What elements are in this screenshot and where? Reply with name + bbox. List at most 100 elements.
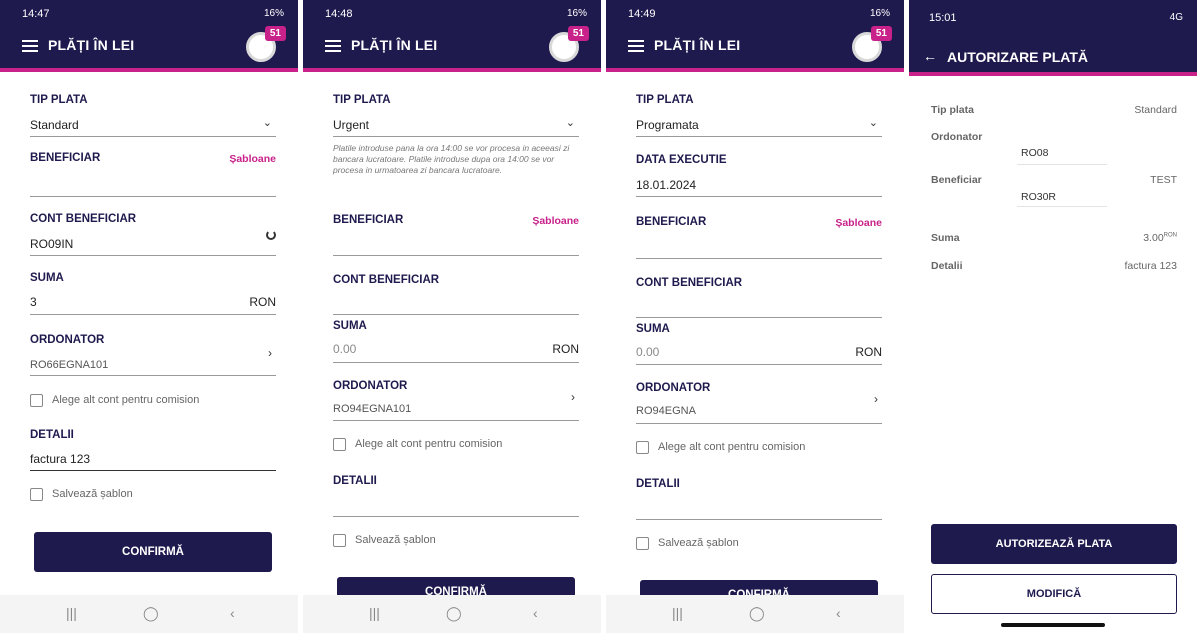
comision-checkbox[interactable] — [333, 438, 346, 451]
notification-badge[interactable]: 51 — [264, 26, 286, 41]
chevron-right-icon[interactable]: › — [874, 392, 878, 406]
tip-plata-select[interactable]: Programata — [636, 118, 699, 132]
app-bar: 14:48 16% PLĂȚI ÎN LEI 51 — [303, 0, 601, 72]
home-indicator[interactable] — [1001, 623, 1105, 627]
system-navbar: ||| ◯ ‹ — [0, 595, 298, 633]
chevron-down-icon[interactable]: ⌄ — [263, 116, 272, 129]
beneficiar-label: BENEFICIAR — [30, 152, 101, 164]
comision-label: Alege alt cont pentru comision — [52, 394, 200, 406]
status-time: 14:49 — [628, 8, 656, 20]
chevron-right-icon[interactable]: › — [268, 346, 272, 360]
comision-label: Alege alt cont pentru comision — [658, 441, 806, 453]
back-icon[interactable]: ‹ — [836, 605, 841, 621]
page-title: AUTORIZARE PLATĂ — [947, 49, 1089, 65]
tip-plata-select[interactable]: Urgent — [333, 118, 369, 132]
divider — [30, 375, 276, 376]
recents-icon[interactable]: ||| — [66, 605, 77, 621]
home-icon[interactable]: ◯ — [749, 605, 765, 622]
detalii-input[interactable] — [636, 519, 882, 520]
page-title: PLĂȚI ÎN LEI — [48, 37, 135, 53]
sabloane-link[interactable]: Șabloane — [532, 215, 579, 227]
comision-label: Alege alt cont pentru comision — [355, 438, 503, 450]
comision-checkbox[interactable] — [30, 394, 43, 407]
screen-autorizare: 15:01 4G ← AUTORIZARE PLATĂ Tip plata St… — [909, 0, 1197, 633]
divider — [636, 423, 882, 424]
home-icon[interactable]: ◯ — [446, 605, 462, 622]
divider — [30, 136, 276, 137]
sabloane-link[interactable]: Șabloane — [229, 153, 276, 165]
ordonator-select[interactable]: RO94EGNA101 — [333, 403, 411, 415]
divider — [30, 314, 276, 315]
menu-icon[interactable] — [22, 40, 38, 52]
suma-label: SUMA — [333, 320, 367, 332]
cont-beneficiar-input[interactable]: RO09IN — [30, 237, 73, 251]
cont-beneficiar-label: CONT BENEFICIAR — [333, 274, 440, 286]
divider — [1017, 206, 1107, 207]
battery-level: 16% — [263, 8, 284, 19]
ordonator-label: ORDONATOR — [333, 380, 408, 392]
suma-input[interactable]: 3 — [30, 295, 37, 309]
beneficiar-label: BENEFICIAR — [636, 216, 707, 228]
sablon-checkbox[interactable] — [636, 537, 649, 550]
ordonator-select[interactable]: RO66EGNA101 — [30, 359, 108, 371]
ordonator-select[interactable]: RO94EGNA — [636, 405, 696, 417]
sabloane-link[interactable]: Șabloane — [835, 217, 882, 229]
back-icon[interactable]: ‹ — [230, 605, 235, 621]
suma-input[interactable]: 0.00 — [636, 345, 659, 359]
notification-badge[interactable]: 51 — [567, 26, 589, 41]
beneficiar-input[interactable] — [30, 196, 276, 197]
detalii-input[interactable]: factura 123 — [30, 452, 90, 466]
recents-icon[interactable]: ||| — [369, 605, 380, 621]
divider — [30, 470, 276, 471]
back-icon[interactable]: ‹ — [533, 605, 538, 621]
divider — [30, 255, 276, 256]
status-bar: 14:47 16% — [22, 8, 284, 22]
divider — [1017, 164, 1107, 165]
sablon-checkbox[interactable] — [333, 534, 346, 547]
urgent-note: Platile introduse pana la ora 14:00 se v… — [333, 143, 570, 175]
suma-value: 3.00RON — [1143, 232, 1177, 244]
sablon-checkbox[interactable] — [30, 488, 43, 501]
chevron-down-icon[interactable]: ⌄ — [869, 116, 878, 129]
app-bar: 14:49 16% PLĂȚI ÎN LEI 51 — [606, 0, 904, 72]
currency-label: RON — [552, 342, 579, 356]
divider — [333, 362, 579, 363]
beneficiar-input[interactable] — [636, 258, 882, 259]
tip-plata-label: Tip plata — [931, 104, 974, 116]
status-time: 14:48 — [325, 8, 353, 20]
detalii-label: DETALII — [636, 478, 680, 490]
menu-icon[interactable] — [325, 40, 341, 52]
tip-plata-value: Standard — [1134, 104, 1177, 116]
beneficiar-input[interactable] — [333, 255, 579, 256]
divider — [636, 136, 882, 137]
home-icon[interactable]: ◯ — [143, 605, 159, 622]
comision-checkbox[interactable] — [636, 441, 649, 454]
detalii-input[interactable] — [333, 516, 579, 517]
authorize-button[interactable]: AUTORIZEAZĂ PLATA — [931, 524, 1177, 564]
chevron-down-icon[interactable]: ⌄ — [566, 116, 575, 129]
confirm-button[interactable]: CONFIRMĂ — [34, 532, 272, 572]
back-arrow-icon[interactable]: ← — [923, 48, 937, 64]
cont-beneficiar-input[interactable] — [333, 314, 579, 315]
sablon-label: Salvează șablon — [658, 537, 739, 549]
detalii-label: DETALII — [333, 475, 377, 487]
beneficiar-label: BENEFICIAR — [333, 214, 404, 226]
divider — [636, 364, 882, 365]
battery-level: 16% — [566, 8, 587, 19]
divider — [333, 136, 579, 137]
sablon-label: Salvează șablon — [355, 534, 436, 546]
page-title: PLĂȚI ÎN LEI — [654, 37, 741, 53]
tip-plata-select[interactable]: Standard — [30, 118, 79, 132]
data-executie-label: DATA EXECUTIE — [636, 154, 727, 166]
data-executie-input[interactable]: 18.01.2024 — [636, 178, 696, 192]
notification-badge[interactable]: 51 — [870, 26, 892, 41]
menu-icon[interactable] — [628, 40, 644, 52]
modify-button[interactable]: MODIFICĂ — [931, 574, 1177, 614]
chevron-right-icon[interactable]: › — [571, 390, 575, 404]
cont-beneficiar-input[interactable] — [636, 317, 882, 318]
status-time: 14:47 — [22, 8, 50, 20]
cont-beneficiar-label: CONT BENEFICIAR — [636, 277, 743, 289]
divider — [636, 196, 882, 197]
suma-input[interactable]: 0.00 — [333, 342, 356, 356]
recents-icon[interactable]: ||| — [672, 605, 683, 621]
